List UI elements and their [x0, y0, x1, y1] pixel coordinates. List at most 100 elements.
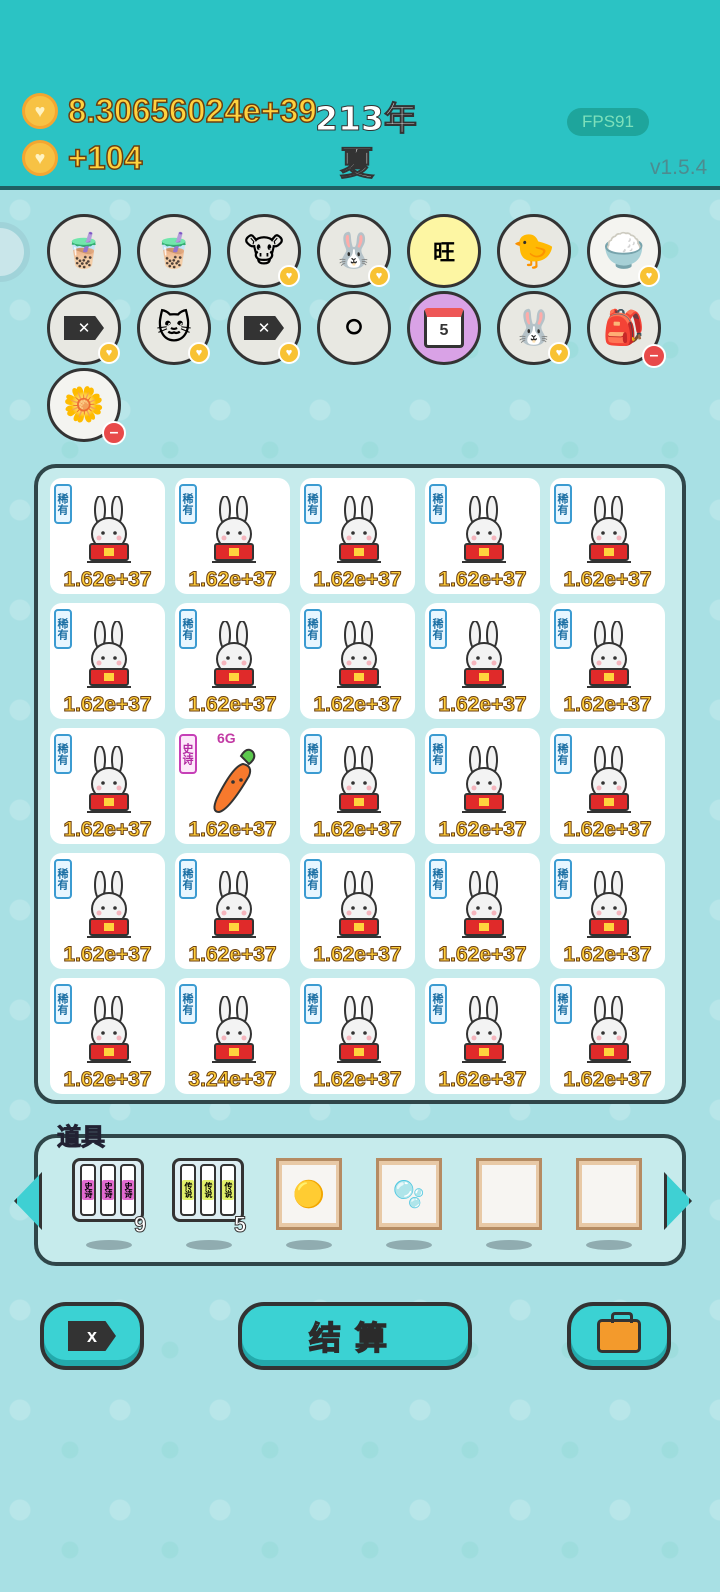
- cow-pair-icon: 🐮: [243, 232, 285, 270]
- rarity-tag: 稀有: [429, 859, 447, 899]
- remove-button[interactable]: x: [40, 1302, 144, 1370]
- rarity-tag: 稀有: [179, 859, 197, 899]
- cell-value: 1.62e+37: [438, 818, 527, 842]
- cell-value: 1.62e+37: [438, 568, 527, 592]
- rarity-tag: 稀有: [304, 609, 322, 649]
- grid-cell[interactable]: 稀有 1.62e+37: [425, 978, 540, 1094]
- grid-cell[interactable]: 稀有 1.62e+37: [300, 728, 415, 844]
- owned-item[interactable]: 🐱 ♥: [137, 291, 211, 365]
- grid-cell[interactable]: 稀有 1.62e+37: [550, 728, 665, 844]
- remove-badge-icon[interactable]: –: [642, 344, 666, 368]
- grid-cell[interactable]: 稀有 1.62e+37: [425, 728, 540, 844]
- calendar-icon: 5: [424, 308, 464, 348]
- owned-item[interactable]: 🐮 ♥: [227, 214, 301, 288]
- prop-shadow: [486, 1240, 532, 1250]
- owned-item[interactable]: 🎒 –: [587, 291, 666, 368]
- grid-cell[interactable]: 稀有 1.62e+37: [425, 478, 540, 594]
- remove-badge-icon[interactable]: –: [102, 421, 126, 445]
- grid-cell[interactable]: 稀有 1.62e+37: [300, 478, 415, 594]
- prop-count: 9: [133, 1212, 147, 1238]
- prop-frame: [576, 1158, 642, 1230]
- grid-cell[interactable]: 稀有 1.62e+37: [300, 603, 415, 719]
- tube: 传说: [200, 1164, 216, 1216]
- grid-cell[interactable]: 稀有 1.62e+37: [175, 478, 290, 594]
- owned-item[interactable]: 🌼 –: [47, 368, 126, 445]
- tube: 史诗: [80, 1164, 96, 1216]
- epic-tubes-prop[interactable]: 史诗 史诗 史诗 9: [72, 1158, 147, 1238]
- owned-item[interactable]: 5: [407, 291, 481, 365]
- grid-cell[interactable]: 稀有 1.62e+37: [300, 853, 415, 969]
- cell-value: 1.62e+37: [563, 693, 652, 717]
- grid-cell[interactable]: 稀有 1.62e+37: [300, 978, 415, 1094]
- money-amount: 8.30656024e+39: [67, 91, 317, 130]
- carrot-icon: [203, 746, 263, 818]
- bunny-icon: [584, 995, 634, 1068]
- grid-cell[interactable]: 稀有 1.62e+37: [550, 603, 665, 719]
- owned-item[interactable]: ⚪: [317, 291, 391, 365]
- x-tag-icon: ✕: [244, 316, 284, 340]
- grid-cell[interactable]: 稀有 1.62e+37: [50, 478, 165, 594]
- cell-value: 1.62e+37: [438, 1068, 527, 1092]
- rarity-tag: 稀有: [554, 859, 572, 899]
- owned-item[interactable]: 🍚 ♥: [587, 214, 661, 288]
- grid-cell[interactable]: 稀有 1.62e+37: [175, 603, 290, 719]
- empty-frame-prop[interactable]: [572, 1158, 644, 1230]
- rarity-tag: 稀有: [54, 484, 72, 524]
- inventory-button[interactable]: [567, 1302, 671, 1370]
- prop-image: 🫧: [382, 1165, 436, 1223]
- cell-value: 1.62e+37: [313, 693, 402, 717]
- bunny-icon: [459, 495, 509, 568]
- grid-cell[interactable]: 稀有 1.62e+37: [50, 603, 165, 719]
- grid-cell[interactable]: 稀有 1.62e+37: [50, 978, 165, 1094]
- rarity-tag: 稀有: [554, 984, 572, 1024]
- year-label: 213年: [315, 99, 418, 139]
- empty-frame-prop[interactable]: [472, 1158, 544, 1230]
- grid-cell[interactable]: 稀有 1.62e+37: [550, 478, 665, 594]
- tube: 史诗: [100, 1164, 116, 1216]
- owned-item[interactable]: 🐤: [497, 214, 571, 288]
- bunny-icon: [584, 620, 634, 693]
- top-status-bar: ♥ 8.30656024e+39 213年 FPS91 ♥ +104 夏 v1.…: [0, 0, 720, 190]
- bunny-icon: [84, 745, 134, 818]
- owned-item[interactable]: 🧋: [137, 214, 211, 288]
- gold-balls-prop[interactable]: 🟡: [272, 1158, 344, 1230]
- bunny-icon: [84, 620, 134, 693]
- income-amount: +104: [67, 138, 143, 177]
- flower-pot-icon: 🌼: [62, 386, 106, 424]
- tube-label: 传说: [182, 1180, 194, 1200]
- cell-value: 1.62e+37: [563, 1068, 652, 1092]
- rarity-tag: 稀有: [179, 609, 197, 649]
- grid-cell[interactable]: 稀有 1.62e+37: [425, 853, 540, 969]
- cell-value: 1.62e+37: [188, 693, 277, 717]
- owned-item[interactable]: ✕ ♥: [227, 291, 301, 365]
- grid-cell[interactable]: 稀有 3.24e+37: [175, 978, 290, 1094]
- grid-cell[interactable]: 稀有 1.62e+37: [550, 853, 665, 969]
- rare-tubes-prop[interactable]: 传说 传说 传说 5: [172, 1158, 247, 1238]
- owned-item[interactable]: ✕ ♥: [47, 291, 121, 365]
- owned-item[interactable]: 🐰 ♥: [317, 214, 391, 288]
- rarity-tag: 稀有: [429, 609, 447, 649]
- grid-cell[interactable]: 稀有 1.62e+37: [425, 603, 540, 719]
- grid-cell[interactable]: 稀有 1.62e+37: [550, 978, 665, 1094]
- settle-button[interactable]: 结算: [238, 1302, 472, 1370]
- grid-cell[interactable]: 稀有 1.62e+37: [175, 853, 290, 969]
- rarity-tag: 稀有: [54, 609, 72, 649]
- owned-item[interactable]: 🧋: [47, 214, 121, 288]
- grid-cell[interactable]: 史诗 6G 1.62e+37: [175, 728, 290, 844]
- prop-image: [482, 1165, 536, 1223]
- bunny-icon: [459, 620, 509, 693]
- grid-cell[interactable]: 稀有 1.62e+37: [50, 728, 165, 844]
- level-label: 6G: [217, 730, 236, 746]
- capsule-prop[interactable]: 🫧: [372, 1158, 444, 1230]
- bunny-icon: [334, 870, 384, 943]
- cell-value: 1.62e+37: [563, 943, 652, 967]
- owned-item[interactable]: 旺: [407, 214, 481, 288]
- grid-cell[interactable]: 稀有 1.62e+37: [50, 853, 165, 969]
- cat-pair-icon: 🐱: [156, 309, 192, 347]
- income-coin-icon: ♥: [22, 140, 58, 176]
- heart-badge-icon: ♥: [278, 342, 300, 364]
- cell-value: 1.62e+37: [313, 943, 402, 967]
- rice-bowl-icon: 🍚: [602, 232, 646, 270]
- rarity-tag: 稀有: [554, 484, 572, 524]
- owned-item[interactable]: 🐰 ♥: [497, 291, 571, 365]
